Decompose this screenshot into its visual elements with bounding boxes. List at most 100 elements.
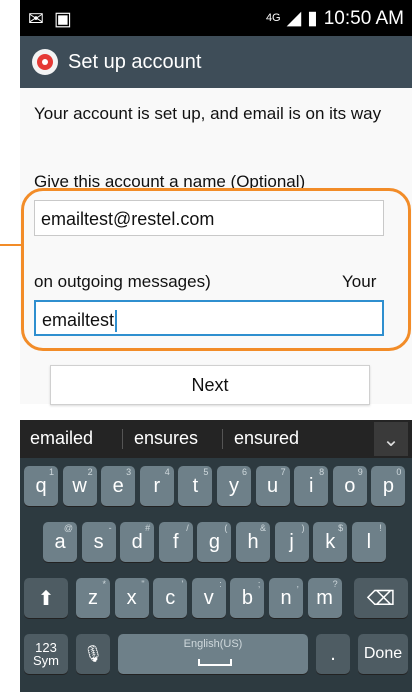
key-hint: # <box>145 523 151 533</box>
key-b[interactable]: b; <box>230 578 265 618</box>
key-v[interactable]: v: <box>191 578 226 618</box>
key-label: . <box>330 642 336 665</box>
key-label: c <box>165 586 176 609</box>
key-label: w <box>72 474 87 497</box>
key-s[interactable]: s- <box>81 522 116 562</box>
suggestion-bar: emailed ensures ensured ⌄ <box>20 420 412 458</box>
callout-line <box>0 244 22 246</box>
suggestion-1[interactable]: emailed <box>30 428 93 449</box>
phone-frame: ✉ ▣ 4G ◢ ▮ 10:50 AM Set up account Your … <box>0 0 414 692</box>
key-label: ⬆ <box>37 587 55 610</box>
shift-key-icon[interactable]: ⬆ <box>24 578 68 618</box>
key-hint: ( <box>224 523 228 533</box>
key-label: x <box>126 586 137 609</box>
done-key[interactable]: Done <box>358 634 408 674</box>
left-margin <box>0 0 20 692</box>
key-label: j <box>289 530 294 553</box>
key-label: d <box>131 530 143 553</box>
key-label: ⌫ <box>366 587 396 610</box>
chevron-down-icon[interactable]: ⌄ <box>374 422 408 456</box>
account-name-input[interactable]: emailtest@restel.com <box>34 200 384 236</box>
key-label: q <box>35 474 47 497</box>
suggestion-3[interactable]: ensured <box>234 428 299 449</box>
key-hint: ? <box>332 579 338 589</box>
key-q[interactable]: q1 <box>24 466 58 506</box>
key-k[interactable]: k $ <box>313 522 348 562</box>
key-hint: 3 <box>126 467 132 477</box>
image-notification-icon: ▣ <box>53 9 72 30</box>
screen: ✉ ▣ 4G ◢ ▮ 10:50 AM Set up account Your … <box>20 0 412 692</box>
your-name-label-right: Your <box>342 272 377 291</box>
key-label: m <box>316 586 333 609</box>
key-f[interactable]: f / <box>158 522 193 562</box>
key-hint: 4 <box>164 467 170 477</box>
key-t[interactable]: t5 <box>178 466 213 506</box>
mail-notification-icon: ✉ <box>28 9 44 30</box>
text-cursor <box>115 310 118 333</box>
key-a[interactable]: a @ <box>43 522 77 562</box>
key-i[interactable]: i8 <box>294 466 329 506</box>
keyboard: q 1 w 2 e 3 r 4 t 5 y 6 u 7 i 8 o 9 p 0 a @ s - d # f / g(h & j) k $ l! ⬆ z… <box>20 458 412 692</box>
key-e[interactable]: e3 <box>101 466 136 506</box>
key-h[interactable]: h & <box>236 522 270 562</box>
space-bar-icon <box>198 659 232 666</box>
key-hint: 7 <box>280 467 286 477</box>
key-hint: 8 <box>319 467 325 477</box>
key-label: z <box>88 586 98 609</box>
your-name-value: emailtest <box>42 310 115 330</box>
key-o[interactable]: o9 <box>332 466 367 506</box>
key-g[interactable]: g( <box>197 522 232 562</box>
account-name-label: Give this account a name (Optional) <box>34 172 306 191</box>
backspace-key-icon[interactable]: ⌫ <box>354 578 408 618</box>
your-name-input[interactable]: emailtest <box>34 300 384 336</box>
key-hint: ; <box>257 579 261 589</box>
suggestion-2[interactable]: ensures <box>134 428 198 449</box>
key-z[interactable]: z * <box>76 578 110 618</box>
key-j[interactable]: j) <box>274 522 309 562</box>
key-y[interactable]: y6 <box>217 466 251 506</box>
signal-icon: ◢ <box>286 8 302 29</box>
key-d[interactable]: d # <box>120 522 155 562</box>
key-l[interactable]: l! <box>351 522 386 562</box>
key-label: v <box>203 586 214 609</box>
key-label: p <box>382 474 394 497</box>
key-label: l <box>366 530 372 553</box>
key-c[interactable]: c ' <box>153 578 188 618</box>
key-label: k <box>325 530 336 553</box>
key-p[interactable]: p0 <box>371 466 406 506</box>
key-label: r <box>153 474 161 497</box>
key-n[interactable]: n, <box>269 578 303 618</box>
key-label: t <box>192 474 199 497</box>
key-w[interactable]: w2 <box>62 466 97 506</box>
key-label: g <box>208 530 220 553</box>
key-hint: - <box>108 523 112 533</box>
key-hint: & <box>259 523 266 533</box>
page-title: Set up account <box>68 51 202 73</box>
sym-key[interactable]: 123 Sym <box>24 634 68 674</box>
key-label: a <box>54 530 66 553</box>
space-key[interactable]: English(US) <box>118 634 308 674</box>
key-hint: @ <box>63 523 73 533</box>
key-hint: ) <box>301 523 305 533</box>
key-label: s <box>93 530 104 553</box>
period-key[interactable]: . <box>316 634 350 674</box>
key-hint: 5 <box>203 467 209 477</box>
key-r[interactable]: r4 <box>139 466 174 506</box>
battery-icon: ▮ <box>307 8 318 29</box>
key-m[interactable]: m? <box>307 578 342 618</box>
key-label: n <box>280 586 292 609</box>
setup-message: Your account is set up, and email is on … <box>34 104 382 123</box>
key-hint: / <box>186 523 189 533</box>
space-key-label: English(US) <box>183 638 243 650</box>
mic-key-icon[interactable]: 🎙 <box>76 634 110 674</box>
key-x[interactable]: x " <box>114 578 149 618</box>
form-body: Your account is set up, and email is on … <box>20 88 412 404</box>
suggestion-divider <box>122 429 123 449</box>
key-hint: 9 <box>357 467 363 477</box>
key-hint: ' <box>181 579 184 589</box>
next-button[interactable]: Next <box>50 365 370 405</box>
key-u[interactable]: u7 <box>255 466 290 506</box>
key-hint: : <box>219 579 222 589</box>
your-name-label-left: on outgoing messages) <box>34 272 211 291</box>
key-hint: $ <box>338 523 344 533</box>
